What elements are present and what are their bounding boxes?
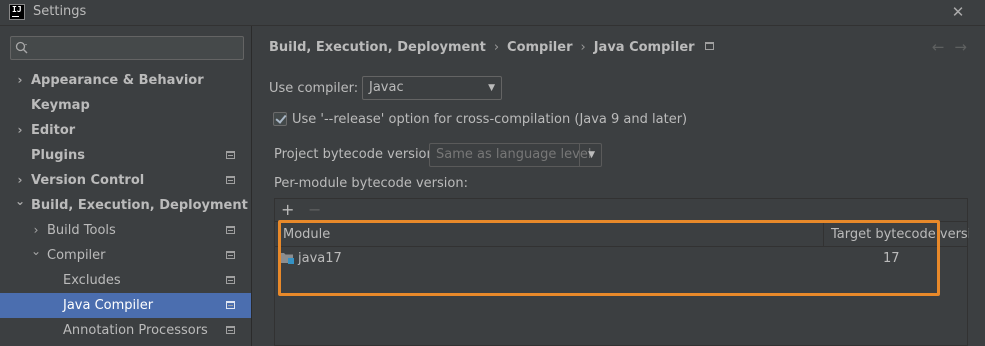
breadcrumb-separator: ›: [580, 40, 586, 55]
sidebar-item-label: Editor: [31, 123, 76, 138]
project-level-icon: [226, 301, 235, 309]
project-level-icon: [226, 326, 235, 334]
sidebar-item-label: Annotation Processors: [63, 323, 208, 338]
table-header: Module Target bytecode version: [275, 223, 969, 247]
sidebar-item-keymap[interactable]: Keymap: [0, 93, 251, 118]
breadcrumb-separator: ›: [493, 40, 500, 55]
window-title: Settings: [33, 4, 87, 19]
project-level-icon: [226, 251, 235, 259]
sidebar-item-compiler[interactable]: ⌄ Compiler: [0, 243, 251, 268]
sidebar-item-label: Keymap: [31, 98, 90, 113]
sidebar-item-label: Excludes: [63, 273, 121, 288]
sidebar-item-appearance-behavior[interactable]: › Appearance & Behavior: [0, 68, 251, 93]
chevron-right-icon[interactable]: ›: [14, 118, 26, 143]
sidebar-item-editor[interactable]: › Editor: [0, 118, 251, 143]
sidebar-item-build-execution-deployment[interactable]: ⌄ Build, Execution, Deployment: [0, 193, 251, 218]
sidebar-item-label: Java Compiler: [63, 298, 154, 313]
remove-module-button[interactable]: −: [308, 200, 321, 220]
settings-search-box[interactable]: [10, 36, 244, 60]
table-row[interactable]: java17 17: [275, 247, 967, 271]
table-toolbar: + −: [275, 199, 967, 222]
use-compiler-dropdown[interactable]: Javac ▼: [362, 76, 502, 100]
target-bytecode-cell[interactable]: 17: [883, 247, 900, 271]
release-option-label[interactable]: Use '--release' option for cross-compila…: [292, 112, 687, 127]
breadcrumb-item[interactable]: Build, Execution, Deployment: [269, 40, 486, 55]
per-module-table-panel: + − Module Target bytecode version java1…: [274, 198, 969, 346]
release-option-checkbox[interactable]: [273, 112, 287, 126]
per-module-label: Per-module bytecode version:: [274, 176, 468, 191]
project-level-icon: [704, 42, 714, 50]
sidebar-item-version-control[interactable]: › Version Control: [0, 168, 251, 193]
settings-tree: › Appearance & Behavior Keymap › Editor …: [0, 68, 251, 343]
sidebar-item-label: Appearance & Behavior: [31, 73, 204, 88]
sidebar-item-annotation-processors[interactable]: Annotation Processors: [0, 318, 251, 343]
chevron-down-icon[interactable]: ⌄: [30, 239, 42, 264]
sidebar-item-label: Build, Execution, Deployment: [31, 198, 248, 213]
sidebar-item-java-compiler[interactable]: Java Compiler: [0, 293, 251, 318]
title-bar: IJ Settings ✕: [0, 0, 985, 26]
settings-sidebar: › Appearance & Behavior Keymap › Editor …: [0, 26, 252, 346]
breadcrumb-item[interactable]: Compiler: [507, 40, 572, 55]
search-icon: [15, 41, 28, 54]
column-header-label: Target bytecode version: [831, 227, 969, 242]
sidebar-item-label: Build Tools: [47, 223, 116, 238]
sidebar-item-label: Plugins: [31, 148, 85, 163]
use-compiler-label: Use compiler:: [269, 81, 359, 96]
add-module-button[interactable]: +: [281, 200, 294, 220]
project-level-icon: [226, 276, 235, 284]
sidebar-item-plugins[interactable]: Plugins: [0, 143, 251, 168]
dropdown-divider: [579, 144, 580, 166]
project-bytecode-placeholder: Same as language level: [436, 147, 592, 162]
project-level-icon: [226, 176, 235, 184]
project-bytecode-label: Project bytecode version:: [274, 147, 440, 162]
forward-arrow-icon[interactable]: →: [954, 38, 967, 56]
use-compiler-value: Javac: [369, 80, 404, 95]
breadcrumb: Build, Execution, Deployment › Compiler › Ja…: [269, 40, 714, 58]
sidebar-item-excludes[interactable]: Excludes: [0, 268, 251, 293]
history-navigation: ← →: [922, 38, 967, 56]
settings-content: Build, Execution, Deployment › Compiler › Ja…: [253, 26, 985, 346]
back-arrow-icon[interactable]: ←: [932, 38, 945, 56]
sidebar-item-label: Version Control: [31, 173, 145, 188]
sidebar-item-label: Compiler: [47, 248, 106, 263]
project-bytecode-dropdown[interactable]: Same as language level ▼: [429, 143, 602, 167]
project-level-icon: [226, 226, 235, 234]
intellij-logo-icon: IJ: [9, 4, 25, 20]
column-header-target-bytecode[interactable]: Target bytecode version: [823, 223, 969, 247]
settings-search-input[interactable]: [35, 39, 235, 57]
module-folder-icon: [279, 253, 294, 264]
project-level-icon: [226, 151, 235, 159]
chevron-down-icon: ▼: [488, 83, 495, 93]
close-button[interactable]: ✕: [949, 2, 967, 22]
chevron-down-icon[interactable]: ⌄: [14, 189, 26, 214]
chevron-down-icon: ▼: [588, 150, 595, 160]
breadcrumb-item-current: Java Compiler: [593, 40, 695, 55]
module-name-cell: java17: [298, 251, 342, 266]
chevron-right-icon[interactable]: ›: [14, 68, 26, 93]
column-header-module[interactable]: Module: [283, 223, 813, 247]
